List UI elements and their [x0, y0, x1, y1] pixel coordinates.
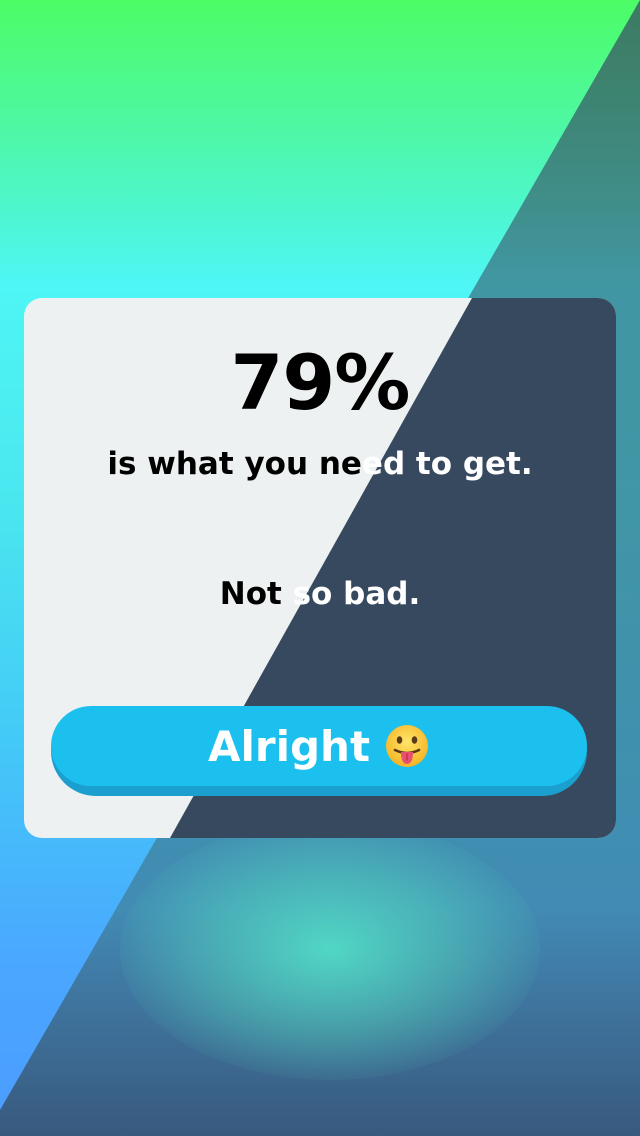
remark-part-light: so bad. — [292, 576, 421, 612]
result-card: 79% is what you need to get. Not so bad.… — [24, 298, 616, 838]
alright-button[interactable]: Alright — [51, 706, 587, 796]
remark-part-dark: Not — [219, 576, 293, 612]
alright-button-face[interactable]: Alright — [51, 706, 587, 786]
background-glow — [120, 820, 540, 1080]
required-percent: 79% — [230, 338, 411, 427]
alright-button-label: Alright — [207, 721, 371, 771]
tongue-out-emoji-icon — [384, 723, 430, 769]
result-subtitle: is what you need to get. — [24, 446, 616, 482]
subtitle-part-light: ed to get. — [361, 446, 533, 482]
result-remark: Not so bad. — [24, 576, 616, 612]
subtitle-part-dark: is what you ne — [107, 446, 362, 482]
